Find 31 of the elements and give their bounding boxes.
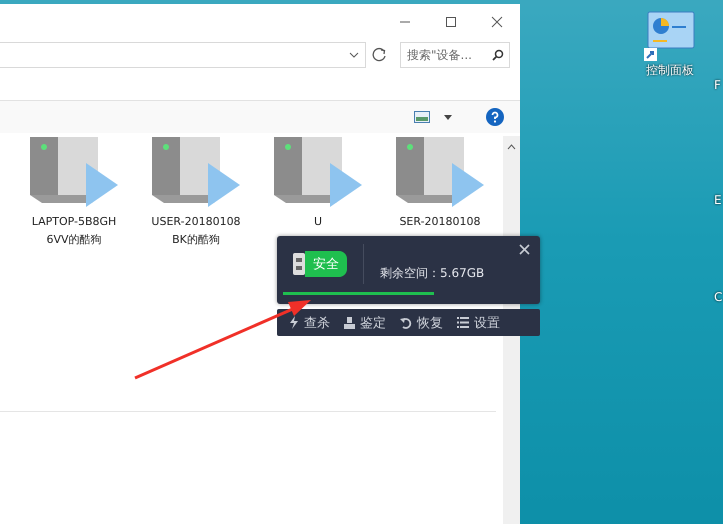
media-server-icon[interactable]	[28, 137, 120, 209]
lightning-icon	[289, 316, 299, 329]
list-icon	[457, 317, 469, 328]
action-button[interactable]: 恢复	[396, 312, 447, 334]
device-label[interactable]: SER-20180108	[399, 213, 481, 231]
view-icon[interactable]	[414, 111, 430, 123]
refresh-icon[interactable]	[372, 47, 388, 63]
action-button[interactable]: 鉴定	[340, 312, 390, 334]
device-label[interactable]: LAPTOP-5B8GH 6VV的酷狗	[22, 213, 126, 249]
free-space-text: 剩余空间：5.67GB	[380, 264, 486, 282]
device-label[interactable]: USER-20180108 BK的酷狗	[144, 213, 248, 249]
media-server-icon[interactable]	[272, 137, 364, 209]
action-button[interactable]: 设置	[453, 312, 504, 334]
control-panel-icon[interactable]	[644, 10, 696, 62]
search-field[interactable]: 搜索"设备...	[400, 42, 510, 68]
restore-icon	[400, 316, 412, 328]
device-label[interactable]: U	[314, 213, 322, 231]
close-icon[interactable]	[491, 16, 503, 28]
action-button[interactable]: 查杀	[285, 312, 334, 334]
scroll-up-icon[interactable]	[507, 144, 516, 150]
usb-plug-icon	[293, 253, 305, 275]
caret-icon[interactable]	[444, 114, 452, 120]
media-server-icon[interactable]	[150, 137, 242, 209]
close-button[interactable]	[519, 244, 530, 255]
maximize-icon[interactable]	[445, 16, 457, 28]
stamp-icon	[344, 316, 355, 328]
safe-badge: 安全	[305, 251, 347, 277]
dropdown-icon[interactable]	[349, 51, 359, 59]
media-server-icon[interactable]	[394, 137, 486, 209]
search-icon	[492, 49, 504, 61]
help-icon[interactable]	[486, 108, 504, 126]
